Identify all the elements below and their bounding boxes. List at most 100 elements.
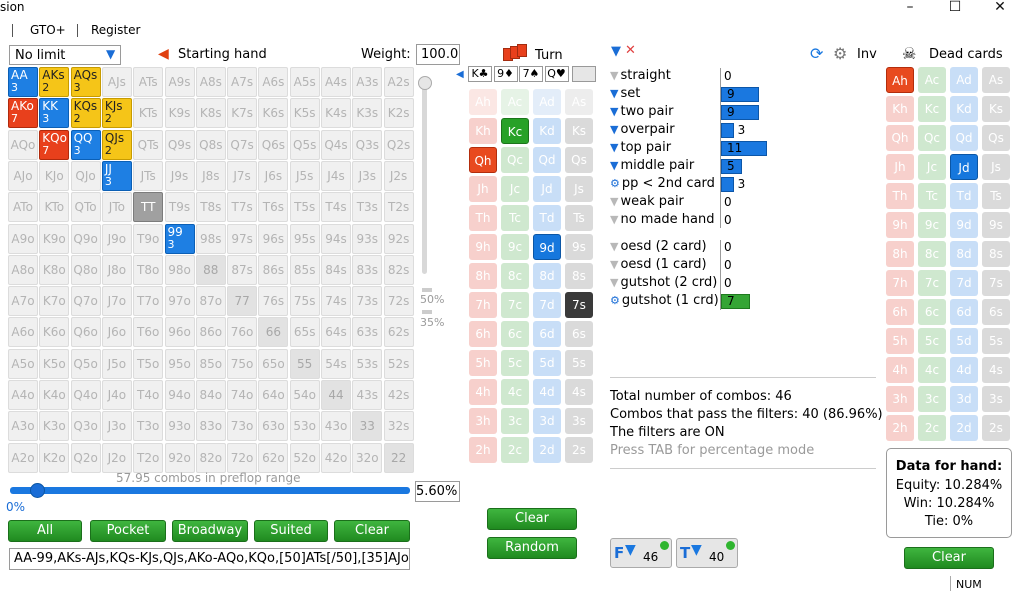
range-cell-32s[interactable]: 32s bbox=[383, 411, 414, 442]
range-cell-k2o[interactable]: K2o bbox=[39, 442, 70, 473]
range-cell-75s[interactable]: 75s bbox=[289, 286, 320, 317]
range-cell-aks[interactable]: AKs 2 bbox=[39, 67, 70, 97]
dead-js[interactable]: Js bbox=[982, 154, 1010, 180]
dead-qh[interactable]: Qh bbox=[886, 125, 914, 151]
range-cell-k9s[interactable]: K9s bbox=[164, 98, 195, 129]
range-cell-k3s[interactable]: K3s bbox=[352, 98, 383, 129]
suited-button[interactable]: Suited bbox=[254, 520, 328, 542]
board-2d[interactable]: 2d bbox=[533, 437, 561, 463]
range-cell-72s[interactable]: 72s bbox=[383, 286, 414, 317]
range-cell-54s[interactable]: 54s bbox=[321, 348, 351, 379]
range-cell-65o[interactable]: 65o bbox=[258, 348, 289, 379]
range-pct-input[interactable]: 5.60% bbox=[415, 481, 460, 502]
dead-ts[interactable]: Ts bbox=[982, 183, 1010, 209]
range-cell-k6s[interactable]: K6s bbox=[258, 98, 289, 129]
range-cell-q3o[interactable]: Q3o bbox=[70, 411, 101, 442]
range-cell-86s[interactable]: 86s bbox=[258, 254, 289, 285]
range-cell-a2o[interactable]: A2o bbox=[8, 442, 38, 473]
range-cell-a6o[interactable]: A6o bbox=[8, 317, 38, 348]
range-cell-t7o[interactable]: T7o bbox=[133, 286, 164, 317]
dead-7d[interactable]: 7d bbox=[950, 270, 978, 296]
dead-kd[interactable]: Kd bbox=[950, 96, 978, 122]
range-cell-95o[interactable]: 95o bbox=[164, 348, 195, 379]
range-cell-84s[interactable]: 84s bbox=[321, 254, 351, 285]
dead-2s[interactable]: 2s bbox=[982, 415, 1010, 441]
range-cell-65s[interactable]: 65s bbox=[289, 317, 320, 348]
range-cell-j9o[interactable]: J9o bbox=[101, 223, 132, 254]
filter-two-pair[interactable]: ▼ two pair bbox=[610, 103, 673, 121]
maximize-icon[interactable]: ☐ bbox=[935, 0, 975, 18]
range-cell-85o[interactable]: 85o bbox=[195, 348, 226, 379]
dead-3d[interactable]: 3d bbox=[950, 386, 978, 412]
dead-4s[interactable]: 4s bbox=[982, 357, 1010, 383]
range-cell-qq[interactable]: QQ 3 bbox=[70, 129, 101, 160]
board-8d[interactable]: 8d bbox=[533, 263, 561, 289]
range-clear-button[interactable]: Clear bbox=[334, 520, 410, 542]
range-cell-a2s[interactable]: A2s bbox=[383, 67, 414, 97]
minimize-icon[interactable]: – bbox=[890, 0, 930, 18]
board-6h[interactable]: 6h bbox=[469, 321, 497, 347]
range-cell-32o[interactable]: 32o bbox=[352, 442, 383, 473]
range-cell-a9o[interactable]: A9o bbox=[8, 223, 38, 254]
range-cell-t2o[interactable]: T2o bbox=[133, 442, 164, 473]
range-cell-qts[interactable]: QTs bbox=[133, 129, 164, 160]
range-cell-a9s[interactable]: A9s bbox=[164, 67, 195, 97]
board-ts[interactable]: Ts bbox=[565, 205, 593, 231]
board-2h[interactable]: 2h bbox=[469, 437, 497, 463]
range-cell-q9o[interactable]: Q9o bbox=[70, 223, 101, 254]
dead-ad[interactable]: Ad bbox=[950, 67, 978, 93]
board-6c[interactable]: 6c bbox=[501, 321, 529, 347]
range-cell-t5s[interactable]: T5s bbox=[289, 192, 320, 223]
range-cell-74s[interactable]: 74s bbox=[321, 286, 351, 317]
board-kc[interactable]: Kc bbox=[501, 118, 529, 144]
range-cell-62o[interactable]: 62o bbox=[258, 442, 289, 473]
refresh-icon[interactable]: ⟳ bbox=[810, 44, 823, 63]
dead-6c[interactable]: 6c bbox=[918, 299, 946, 325]
broadway-button[interactable]: Broadway bbox=[172, 520, 248, 542]
game-mode-select[interactable]: No limit ▼ bbox=[9, 45, 121, 65]
board-8s[interactable]: 8s bbox=[565, 263, 593, 289]
board-4d[interactable]: 4d bbox=[533, 379, 561, 405]
range-cell-q7s[interactable]: Q7s bbox=[227, 129, 258, 160]
dead-5s[interactable]: 5s bbox=[982, 328, 1010, 354]
flop-filter-button[interactable]: F ▼ 46 bbox=[610, 538, 672, 568]
range-cell-qto[interactable]: QTo bbox=[70, 192, 101, 223]
range-cell-82o[interactable]: 82o bbox=[195, 442, 226, 473]
dead-kh[interactable]: Kh bbox=[886, 96, 914, 122]
range-cell-66[interactable]: 66 bbox=[258, 317, 289, 348]
all-button[interactable]: All bbox=[8, 520, 82, 542]
dead-as[interactable]: As bbox=[982, 67, 1010, 93]
dead-th[interactable]: Th bbox=[886, 183, 914, 209]
filter-middle-pair[interactable]: ▼ middle pair bbox=[610, 157, 694, 175]
board-5d[interactable]: 5d bbox=[533, 350, 561, 376]
range-cell-t9s[interactable]: T9s bbox=[164, 192, 195, 223]
board-kh[interactable]: Kh bbox=[469, 118, 497, 144]
dead-jc[interactable]: Jc bbox=[918, 154, 946, 180]
range-cell-98s[interactable]: 98s bbox=[195, 223, 226, 254]
range-cell-k7o[interactable]: K7o bbox=[39, 286, 70, 317]
range-cell-84o[interactable]: 84o bbox=[195, 380, 226, 410]
filter-straight[interactable]: ▼ straight bbox=[610, 67, 671, 85]
range-cell-77[interactable]: 77 bbox=[227, 286, 258, 317]
dead-4c[interactable]: 4c bbox=[918, 357, 946, 383]
board-left-arrow-icon[interactable]: ◀ bbox=[456, 69, 464, 80]
range-cell-j5o[interactable]: J5o bbox=[101, 348, 132, 379]
board-4h[interactable]: 4h bbox=[469, 379, 497, 405]
board-9s[interactable]: 9s bbox=[565, 234, 593, 260]
range-cell-55[interactable]: 55 bbox=[289, 348, 320, 379]
board-jh[interactable]: Jh bbox=[469, 176, 497, 202]
close-icon[interactable]: ✕ bbox=[980, 0, 1020, 18]
range-cell-62s[interactable]: 62s bbox=[383, 317, 414, 348]
range-cell-k5o[interactable]: K5o bbox=[39, 348, 70, 379]
menu-gto-plus[interactable]: GTO+ bbox=[30, 23, 66, 37]
range-cell-a8s[interactable]: A8s bbox=[195, 67, 226, 97]
range-cell-j6s[interactable]: J6s bbox=[258, 160, 289, 191]
range-cell-ats[interactable]: ATs bbox=[133, 67, 164, 97]
filter-gutshot-2-crd-[interactable]: ▼ gutshot (2 crd) bbox=[610, 274, 717, 292]
board-3s[interactable]: 3s bbox=[565, 408, 593, 434]
range-cell-t8s[interactable]: T8s bbox=[195, 192, 226, 223]
board-qs[interactable]: Qs bbox=[565, 147, 593, 173]
range-cell-98o[interactable]: 98o bbox=[164, 254, 195, 285]
board-7s[interactable]: 7s bbox=[565, 292, 593, 318]
range-cell-q6s[interactable]: Q6s bbox=[258, 129, 289, 160]
